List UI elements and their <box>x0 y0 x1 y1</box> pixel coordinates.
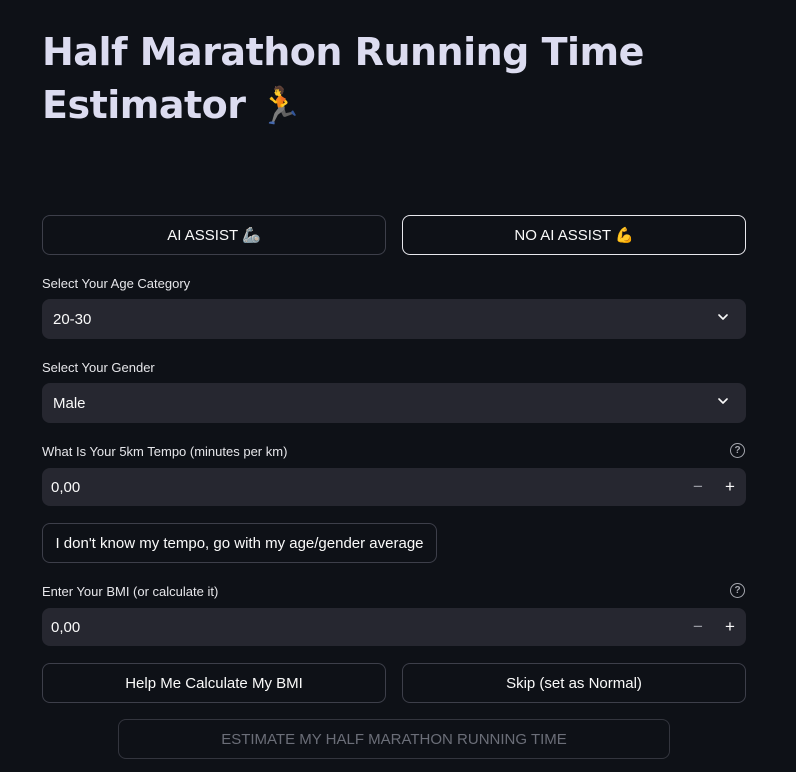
age-category-select[interactable]: 20-30 <box>42 299 746 339</box>
bmi-number-input[interactable]: 0,00 − + <box>42 608 746 646</box>
tempo-increment-button[interactable]: + <box>714 468 746 506</box>
age-category-label: Select Your Age Category <box>42 276 191 291</box>
unknown-tempo-button[interactable]: I don't know my tempo, go with my age/ge… <box>42 523 437 563</box>
bmi-decrement-button[interactable]: − <box>682 608 714 646</box>
chevron-down-icon <box>718 314 728 320</box>
bmi-value[interactable]: 0,00 <box>42 619 682 636</box>
no-ai-assist-button-label: NO AI ASSIST 💪 <box>514 227 634 244</box>
tempo-label: What Is Your 5km Tempo (minutes per km) <box>42 444 288 459</box>
estimate-time-button[interactable]: ESTIMATE MY HALF MARATHON RUNNING TIME <box>118 719 670 759</box>
chevron-down-icon <box>718 398 728 404</box>
tempo-number-input[interactable]: 0,00 − + <box>42 468 746 506</box>
ai-assist-button-label: AI ASSIST 🦾 <box>167 227 261 244</box>
skip-bmi-button-label: Skip (set as Normal) <box>506 674 642 692</box>
skip-bmi-button[interactable]: Skip (set as Normal) <box>402 663 746 703</box>
page-title-text: Half Marathon Running Time Estimator <box>42 30 644 127</box>
tempo-decrement-button[interactable]: − <box>682 468 714 506</box>
bmi-label: Enter Your BMI (or calculate it) <box>42 584 219 599</box>
age-category-value: 20-30 <box>53 310 92 328</box>
gender-label: Select Your Gender <box>42 360 155 375</box>
runner-icon: 🏃 <box>258 86 303 127</box>
gender-value: Male <box>53 394 86 412</box>
tempo-help-icon[interactable]: ? <box>730 443 745 458</box>
bmi-help-icon[interactable]: ? <box>730 583 745 598</box>
page-title: Half Marathon Running Time Estimator 🏃 <box>42 26 742 133</box>
estimate-time-button-label: ESTIMATE MY HALF MARATHON RUNNING TIME <box>221 730 567 748</box>
calculate-bmi-button[interactable]: Help Me Calculate My BMI <box>42 663 386 703</box>
calculate-bmi-button-label: Help Me Calculate My BMI <box>125 674 303 692</box>
tempo-value[interactable]: 0,00 <box>42 479 682 496</box>
bmi-increment-button[interactable]: + <box>714 608 746 646</box>
ai-assist-button[interactable]: AI ASSIST 🦾 <box>42 215 386 255</box>
unknown-tempo-button-label: I don't know my tempo, go with my age/ge… <box>55 534 424 552</box>
app-page: Half Marathon Running Time Estimator 🏃 A… <box>0 0 796 772</box>
no-ai-assist-button[interactable]: NO AI ASSIST 💪 <box>402 215 746 255</box>
gender-select[interactable]: Male <box>42 383 746 423</box>
